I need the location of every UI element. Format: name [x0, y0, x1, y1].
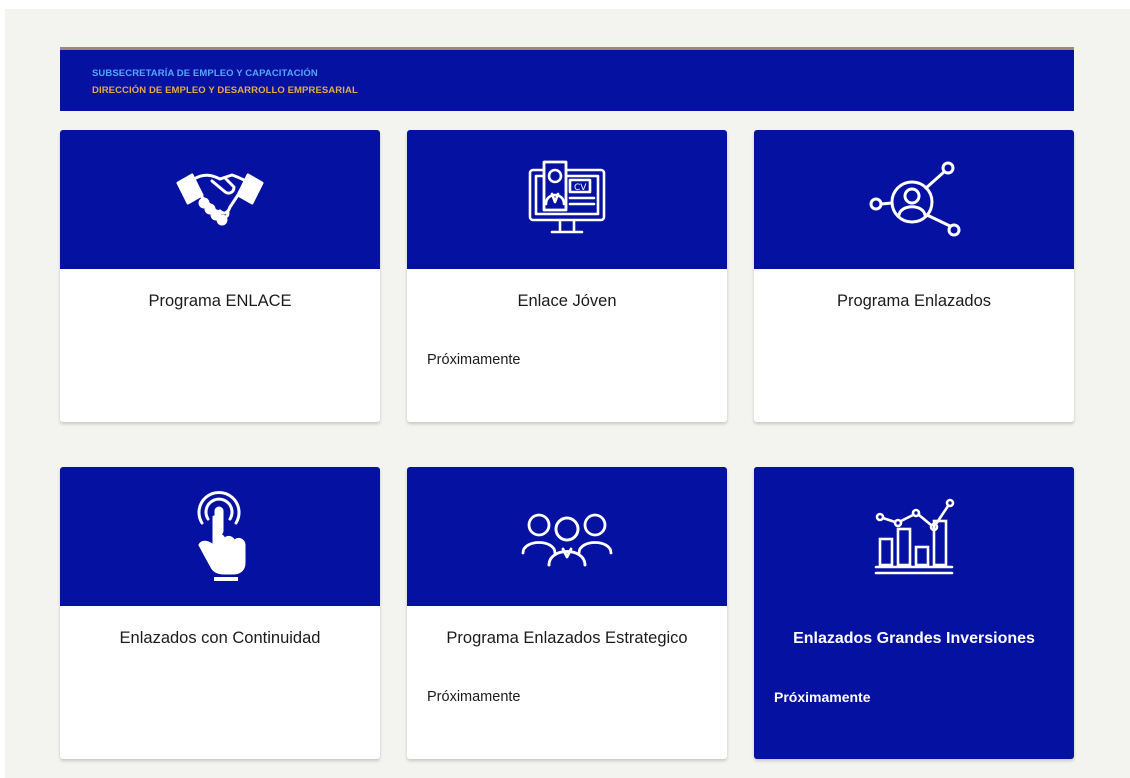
cv-monitor-icon: CV: [528, 160, 606, 233]
card-programa-enlace[interactable]: Programa ENLACE: [60, 130, 380, 422]
card-title: Programa ENLACE: [148, 292, 292, 310]
card-subtitle: Próximamente: [427, 689, 521, 705]
card-subtitle: Próximamente: [427, 352, 521, 368]
card-enlazados-estrategico[interactable]: Programa Enlazados Estrategico Próximame…: [407, 467, 727, 759]
card-icon-area: CV: [407, 130, 727, 269]
card-title: Enlazados con Continuidad: [119, 629, 321, 647]
card-enlazados-continuidad[interactable]: Enlazados con Continuidad: [60, 467, 380, 759]
card-icon-area: [754, 130, 1074, 269]
card-icon-area: [60, 130, 380, 269]
card-icon-area: [407, 467, 727, 606]
card-subtitle: Próximamente: [774, 689, 871, 705]
growth-chart-icon: [874, 498, 955, 574]
svg-text:CV: CV: [574, 183, 587, 193]
card-title: Programa Enlazados Estrategico: [446, 629, 688, 647]
touch-hand-icon: [197, 490, 246, 581]
card-enlace-joven[interactable]: CV Enlace Jóven Próximamente: [407, 130, 727, 422]
card-icon-area: [60, 467, 380, 606]
header-banner: SUBSECRETARÍA DE EMPLEO Y CAPACITACIÓN D…: [60, 47, 1074, 111]
card-title: Enlace Jóven: [517, 292, 617, 310]
card-grandes-inversiones[interactable]: Enlazados Grandes Inversiones Próximamen…: [754, 467, 1074, 759]
card-title: Programa Enlazados: [836, 292, 992, 310]
card-programa-enlazados[interactable]: Programa Enlazados: [754, 130, 1074, 422]
header-direccion: DIRECCIÓN DE EMPLEO Y DESARROLLO EMPRESA…: [92, 85, 358, 96]
card-title: Enlazados Grandes Inversiones: [793, 630, 1035, 647]
group-people-icon: [521, 513, 613, 566]
header-subsecretaria: SUBSECRETARÍA DE EMPLEO Y CAPACITACIÓN: [92, 68, 318, 79]
handshake-icon: [176, 173, 264, 225]
card-icon-area: [754, 467, 1074, 606]
network-user-icon: [869, 161, 961, 236]
